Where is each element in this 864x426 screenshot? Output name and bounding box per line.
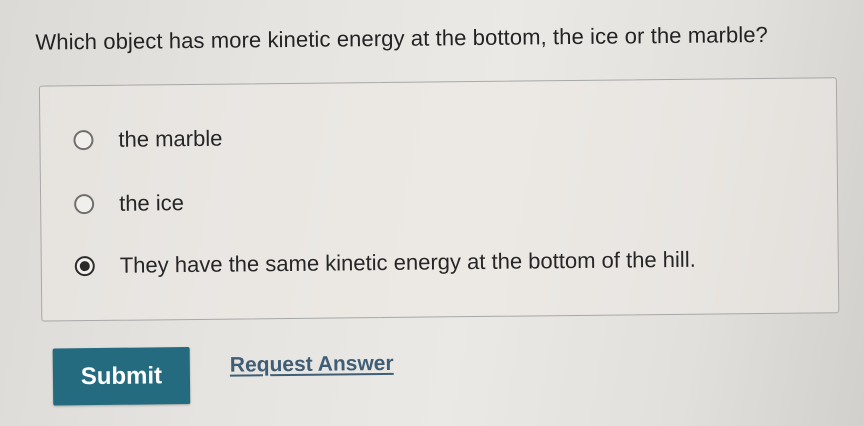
- request-answer-link[interactable]: Request Answer: [230, 352, 394, 378]
- submit-button[interactable]: Submit: [52, 347, 191, 406]
- option-label: the marble: [118, 125, 223, 152]
- option-label: the ice: [119, 190, 185, 216]
- option-label: They have the same kinetic energy at the…: [119, 246, 696, 278]
- question-panel: Which object has more kinetic energy at …: [0, 0, 864, 426]
- radio-button-icon[interactable]: [74, 194, 95, 215]
- option-the-ice[interactable]: the ice: [74, 190, 184, 217]
- option-the-marble[interactable]: the marble: [73, 125, 223, 154]
- question-text: Which object has more kinetic energy at …: [35, 21, 769, 55]
- radio-button-icon[interactable]: [73, 130, 94, 151]
- radio-button-selected-icon[interactable]: [74, 256, 95, 277]
- answer-options-box: the marble the ice They have the same ki…: [38, 77, 840, 322]
- option-same-kinetic-energy[interactable]: They have the same kinetic energy at the…: [74, 246, 696, 280]
